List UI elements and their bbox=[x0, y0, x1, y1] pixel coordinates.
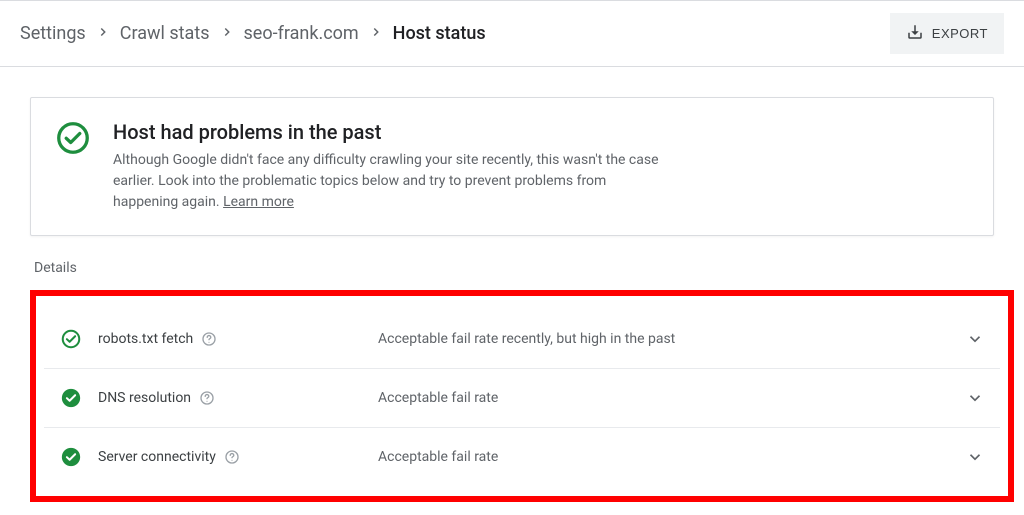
chevron-right-icon bbox=[96, 24, 110, 43]
detail-row-server[interactable]: Server connectivity Acceptable fail rate bbox=[44, 427, 1000, 486]
checkmark-circle-icon bbox=[55, 120, 91, 156]
header-bar: Settings Crawl stats seo-frank.com Host … bbox=[0, 0, 1024, 67]
learn-more-link[interactable]: Learn more bbox=[223, 194, 294, 210]
help-icon[interactable] bbox=[199, 390, 215, 406]
detail-status-text: Acceptable fail rate bbox=[378, 449, 966, 465]
detail-status-text: Acceptable fail rate bbox=[378, 390, 966, 406]
detail-row-dns[interactable]: DNS resolution Acceptable fail rate bbox=[44, 368, 1000, 427]
chevron-down-icon bbox=[966, 448, 984, 466]
detail-label: Server connectivity bbox=[98, 449, 378, 465]
chevron-right-icon bbox=[220, 24, 234, 43]
details-heading: Details bbox=[34, 260, 1014, 276]
download-icon bbox=[906, 23, 924, 44]
details-list: robots.txt fetch Acceptable fail rate re… bbox=[30, 290, 1014, 502]
breadcrumb: Settings Crawl stats seo-frank.com Host … bbox=[20, 23, 486, 44]
export-label: EXPORT bbox=[932, 26, 988, 41]
status-text: Host had problems in the past Although G… bbox=[113, 120, 673, 213]
checkmark-circle-filled-icon bbox=[60, 387, 82, 409]
checkmark-circle-outline-icon bbox=[60, 328, 82, 350]
detail-row-robots[interactable]: robots.txt fetch Acceptable fail rate re… bbox=[44, 310, 1000, 368]
breadcrumb-settings[interactable]: Settings bbox=[20, 23, 86, 44]
chevron-down-icon bbox=[966, 389, 984, 407]
chevron-right-icon bbox=[369, 24, 383, 43]
help-icon[interactable] bbox=[201, 331, 217, 347]
status-title: Host had problems in the past bbox=[113, 120, 673, 144]
export-button[interactable]: EXPORT bbox=[890, 13, 1004, 54]
breadcrumb-crawl-stats[interactable]: Crawl stats bbox=[120, 23, 210, 44]
content-area: Host had problems in the past Although G… bbox=[0, 67, 1024, 502]
status-description: Although Google didn't face any difficul… bbox=[113, 150, 673, 213]
checkmark-circle-filled-icon bbox=[60, 446, 82, 468]
help-icon[interactable] bbox=[224, 449, 240, 465]
status-card: Host had problems in the past Although G… bbox=[30, 97, 994, 236]
breadcrumb-host-status[interactable]: Host status bbox=[393, 23, 486, 44]
detail-status-text: Acceptable fail rate recently, but high … bbox=[378, 331, 966, 347]
detail-label: robots.txt fetch bbox=[98, 331, 378, 347]
chevron-down-icon bbox=[966, 330, 984, 348]
breadcrumb-domain[interactable]: seo-frank.com bbox=[244, 23, 359, 44]
detail-label: DNS resolution bbox=[98, 390, 378, 406]
